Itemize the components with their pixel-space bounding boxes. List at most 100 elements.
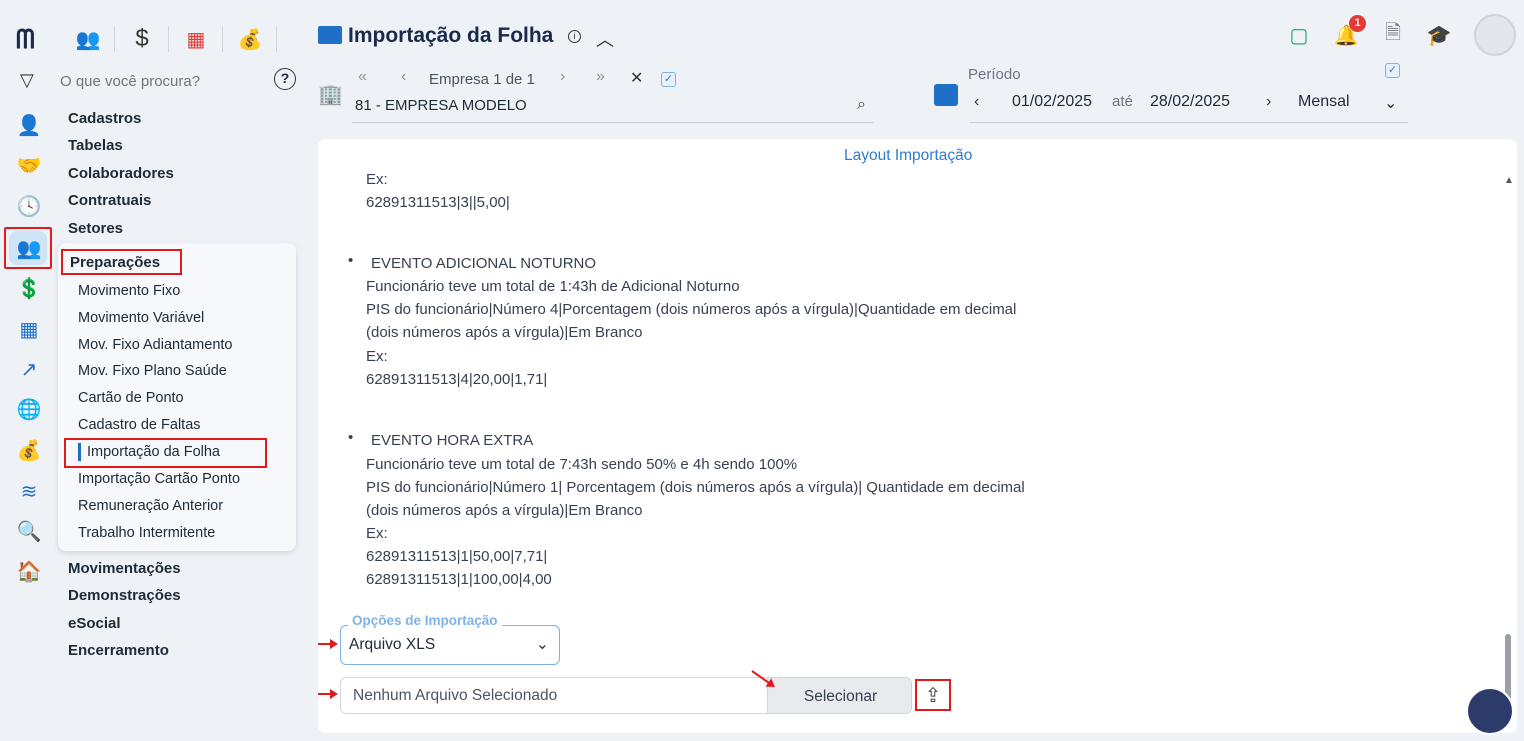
import-option-value: Arquivo XLS: [349, 636, 436, 653]
info-icon[interactable]: i: [568, 30, 581, 43]
event-title: EVENTO ADICIONAL NOTURNO: [371, 255, 597, 272]
dollar-module-icon[interactable]: $: [124, 22, 160, 56]
handshake-icon[interactable]: 🤝: [14, 150, 44, 180]
text-line: 62891311513|4|20,00|1,71|: [366, 371, 548, 388]
note-icon[interactable]: ▢: [1284, 20, 1314, 50]
calculator-module-icon[interactable]: ▦: [178, 22, 214, 56]
active-subitem-indicator: [78, 443, 81, 461]
subitem-trabalho-intermitente[interactable]: Trabalho Intermitente: [78, 525, 215, 541]
prev-period-icon[interactable]: ‹: [974, 93, 979, 111]
select-file-button[interactable]: Selecionar: [767, 678, 911, 713]
divider: [276, 26, 277, 52]
avatar[interactable]: [1474, 14, 1516, 56]
periodo-label: Período: [968, 66, 1021, 83]
bullet: •: [348, 252, 354, 269]
divider: [114, 26, 115, 52]
periodo-field: ‹ 01/02/2025 até 28/02/2025 › Mensal ⌄: [970, 88, 1408, 123]
chevron-down-icon[interactable]: ⌄: [1384, 93, 1397, 113]
document-search-icon[interactable]: 🗎: [1378, 20, 1408, 50]
text-line: Ex:: [366, 348, 388, 365]
import-option-select[interactable]: Arquivo XLS ⌄: [340, 625, 560, 665]
text-line: Funcionário teve um total de 1:43h de Ad…: [366, 278, 740, 295]
calculator-icon[interactable]: ▦: [14, 314, 44, 344]
subitem-cadastro-de-faltas[interactable]: Cadastro de Faltas: [78, 417, 201, 433]
text-line: Ex:: [366, 525, 388, 542]
menu-movimentacoes[interactable]: Movimentações: [68, 560, 181, 577]
subitem-importacao-cartao-ponto[interactable]: Importação Cartão Ponto: [78, 471, 240, 487]
empresa-field[interactable]: 81 - EMPRESA MODELO ⌕: [352, 92, 874, 123]
building-icon: 🏢: [318, 84, 343, 106]
empresa-checkbox[interactable]: ✓: [661, 72, 676, 87]
text-line: 62891311513|1|50,00|7,71|: [366, 548, 548, 565]
text-line: PIS do funcionário|Número 1| Porcentagem…: [366, 479, 1025, 496]
next-page-icon[interactable]: ›: [560, 68, 565, 86]
home-icon[interactable]: 🏠: [14, 556, 44, 586]
annotation-arrow: [318, 689, 338, 699]
file-input[interactable]: Nenhum Arquivo Selecionado Selecionar: [340, 677, 912, 714]
date-to[interactable]: 28/02/2025: [1150, 93, 1230, 111]
notification-badge: 1: [1349, 15, 1366, 32]
event-title: EVENTO HORA EXTRA: [371, 432, 534, 449]
subitem-cartao-de-ponto[interactable]: Cartão de Ponto: [78, 390, 184, 406]
menu-search: ▽ ?: [14, 68, 304, 94]
period-mode[interactable]: Mensal: [1298, 93, 1350, 111]
subitem-importacao-da-folha[interactable]: Importação da Folha: [87, 444, 220, 460]
subitem-mov-fixo-adiantamento[interactable]: Mov. Fixo Adiantamento: [78, 337, 232, 353]
menu-encerramento[interactable]: Encerramento: [68, 642, 169, 659]
calendar-icon: [934, 84, 958, 106]
menu-contratuais[interactable]: Contratuais: [68, 192, 151, 209]
chevron-up-icon[interactable]: ︿: [596, 26, 614, 52]
search-input[interactable]: [60, 70, 260, 92]
app-logo: ᗰ: [16, 24, 35, 54]
filter-icon[interactable]: ▽: [20, 70, 34, 91]
menu-tabelas[interactable]: Tabelas: [68, 137, 123, 154]
date-from[interactable]: 01/02/2025: [1012, 93, 1092, 111]
close-icon[interactable]: ✕: [630, 68, 643, 88]
import-options-label: Opções de Importação: [348, 613, 502, 628]
empresa-value: 81 - EMPRESA MODELO: [355, 97, 527, 114]
clock-icon[interactable]: 🕓: [14, 191, 44, 221]
subitem-mov-fixo-plano-saude[interactable]: Mov. Fixo Plano Saúde: [78, 363, 227, 379]
bullet: •: [348, 429, 354, 446]
graduation-cap-icon[interactable]: 🎓: [1424, 20, 1454, 50]
empresa-nav-label: Empresa 1 de 1: [429, 71, 535, 88]
file-status: Nenhum Arquivo Selecionado: [353, 687, 558, 704]
moneybag-icon[interactable]: 💰: [14, 435, 44, 465]
next-period-icon[interactable]: ›: [1266, 93, 1271, 111]
globe-icon[interactable]: 🌐: [14, 394, 44, 424]
chart-up-icon[interactable]: ↗: [14, 354, 44, 384]
assistant-avatar[interactable]: [1466, 687, 1514, 735]
people-module-icon[interactable]: 👥: [70, 22, 106, 56]
menu-demonstracoes[interactable]: Demonstrações: [68, 587, 181, 604]
help-icon[interactable]: ?: [274, 68, 296, 90]
subitem-remuneracao-anterior[interactable]: Remuneração Anterior: [78, 498, 223, 514]
periodo-checkbox[interactable]: ✓: [1385, 63, 1400, 78]
scroll-up-icon[interactable]: ▲: [1504, 175, 1514, 186]
divider: [222, 26, 223, 52]
subitem-movimento-variavel[interactable]: Movimento Variável: [78, 310, 204, 326]
upload-icon[interactable]: ⇪: [921, 683, 945, 707]
magnifier-icon[interactable]: 🔍: [14, 516, 44, 546]
moneybag-module-icon[interactable]: 💰: [232, 22, 268, 56]
subitem-movimento-fixo[interactable]: Movimento Fixo: [78, 283, 180, 299]
submenu-title[interactable]: Preparações: [70, 254, 160, 271]
prev-page-icon[interactable]: ‹: [401, 68, 406, 86]
user-settings-icon[interactable]: 👤: [14, 110, 44, 140]
dollar-circle-icon[interactable]: 💲: [14, 273, 44, 303]
layers-icon[interactable]: ≋: [14, 476, 44, 506]
module-bar: ᗰ 👥 $ ▦ 💰: [0, 0, 300, 64]
first-page-icon[interactable]: «: [358, 68, 367, 86]
text-line: Funcionário teve um total de 7:43h sendo…: [366, 456, 798, 473]
text-line: Ex:: [366, 171, 388, 188]
menu-setores[interactable]: Setores: [68, 220, 123, 237]
search-icon[interactable]: ⌕: [857, 96, 866, 114]
employees-icon[interactable]: 👥: [14, 233, 44, 263]
page-title: Importação da Folha: [348, 24, 554, 47]
last-page-icon[interactable]: »: [596, 68, 605, 86]
menu-esocial[interactable]: eSocial: [68, 615, 121, 632]
menu-colaboradores[interactable]: Colaboradores: [68, 165, 174, 182]
content-panel: Layout Importação ▲ Ex: 62891311513|3||5…: [318, 139, 1517, 733]
menu-cadastros[interactable]: Cadastros: [68, 110, 141, 127]
text-line: 62891311513|1|100,00|4,00: [366, 571, 552, 588]
chevron-down-icon: ⌄: [535, 636, 549, 653]
